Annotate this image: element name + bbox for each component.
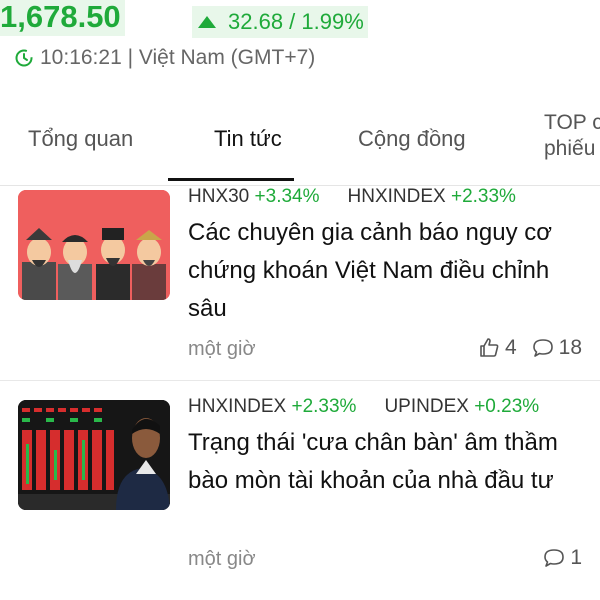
tab-community[interactable]: Cộng đồng xyxy=(358,124,466,154)
article-title[interactable]: Các chuyên gia cảnh báo nguy cơ chứng kh… xyxy=(188,214,588,328)
index-change-value: 32.68 / 1.99% xyxy=(228,9,364,34)
tag-upindex[interactable]: UPINDEX +0.23% xyxy=(384,396,539,418)
tab-top-stocks[interactable]: TOP cổ phiếu xyxy=(544,110,600,162)
tab-overview[interactable]: Tổng quan xyxy=(28,124,133,154)
article-title[interactable]: Trạng thái 'cưa chân bàn' âm thầm bào mò… xyxy=(188,424,588,500)
article-time: một giờ xyxy=(188,338,256,360)
article-thumbnail xyxy=(18,190,170,300)
comment-button[interactable]: 18 xyxy=(531,336,582,360)
clock-icon xyxy=(15,49,33,67)
index-price: 1,678.50 xyxy=(0,0,125,36)
article-stats: 1 xyxy=(528,546,582,570)
stock-board-illustration xyxy=(18,400,170,510)
news-item[interactable]: HNX30 +3.34% HNXINDEX +2.33% Các chuyên … xyxy=(0,186,600,380)
tag-row: HNXINDEX +2.33% UPINDEX +0.23% xyxy=(188,396,567,418)
timestamp-row: 10:16:21 | Việt Nam (GMT+7) xyxy=(14,46,315,70)
experts-illustration xyxy=(18,190,170,300)
timestamp: 10:16:21 | Việt Nam (GMT+7) xyxy=(40,46,316,69)
tab-news[interactable]: Tin tức xyxy=(214,124,282,154)
tag-row: HNX30 +3.34% HNXINDEX +2.33% xyxy=(188,186,544,208)
tab-bar: Tổng quan Tin tức Cộng đồng xyxy=(0,104,600,186)
article-time: một giờ xyxy=(188,548,256,570)
comment-button[interactable]: 1 xyxy=(542,546,582,570)
index-change: 32.68 / 1.99% xyxy=(192,6,368,38)
article-thumbnail xyxy=(18,400,170,510)
thumbs-up-icon xyxy=(480,338,499,357)
article-stats: 4 18 xyxy=(463,336,582,360)
news-item[interactable]: HNXINDEX +2.33% UPINDEX +0.23% Trạng thá… xyxy=(0,396,600,600)
quote-header: 1,678.50 32.68 / 1.99% 10:16:21 | Việt N… xyxy=(0,0,600,80)
comment-icon xyxy=(532,339,553,357)
like-button[interactable]: 4 xyxy=(477,336,517,360)
like-count: 4 xyxy=(504,336,517,359)
tag-hnxindex[interactable]: HNXINDEX +2.33% xyxy=(188,396,356,418)
divider xyxy=(0,380,600,381)
tag-hnx30[interactable]: HNX30 +3.34% xyxy=(188,186,320,208)
comment-count: 18 xyxy=(558,336,582,359)
comment-icon xyxy=(544,549,565,567)
active-tab-indicator xyxy=(168,178,294,181)
up-arrow-icon xyxy=(198,16,216,28)
tag-hnxindex[interactable]: HNXINDEX +2.33% xyxy=(348,186,516,208)
comment-count: 1 xyxy=(570,546,582,569)
